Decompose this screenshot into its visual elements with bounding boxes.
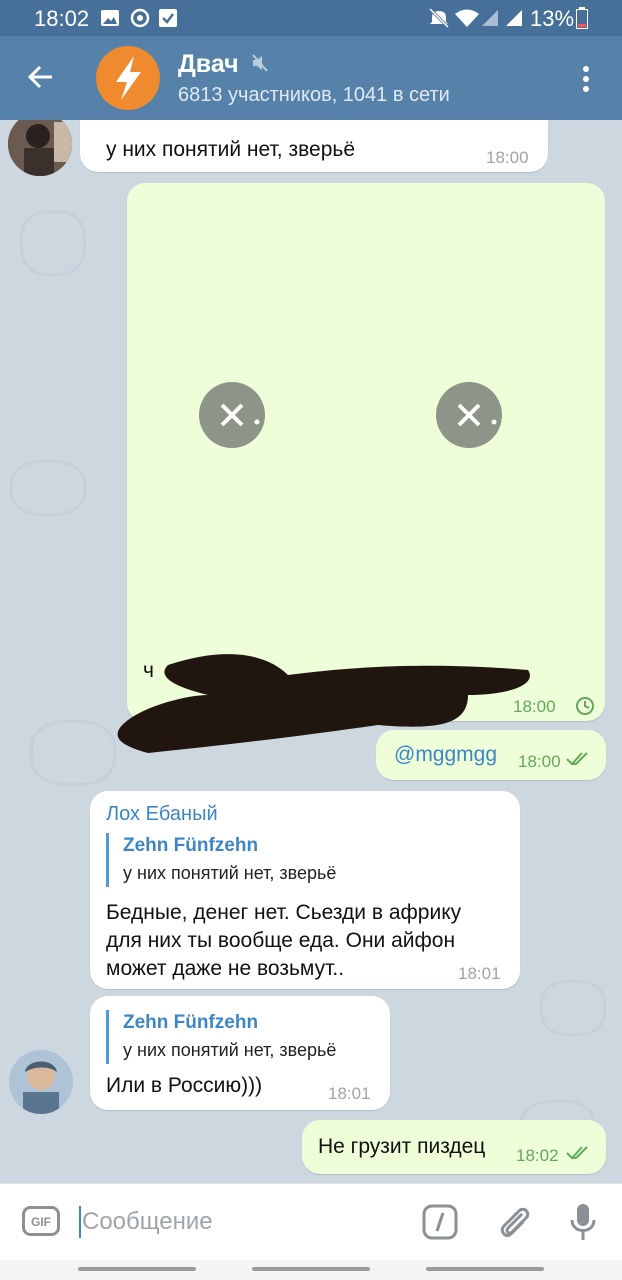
message-bubble[interactable]: Лох Ебаный Zehn Fünfzehn у них понятий н… [90, 791, 520, 989]
message-composer: GIF Сообщение [0, 1183, 622, 1261]
close-icon [220, 403, 260, 427]
message-bubble[interactable]: @mggmgg 18:00 [376, 730, 606, 780]
message-bubble[interactable]: Не грузит пиздец 18:02 [302, 1120, 606, 1174]
chat-avatar[interactable] [96, 46, 160, 110]
system-nav-bar [0, 1260, 622, 1280]
back-arrow-icon[interactable] [26, 62, 56, 92]
gif-icon[interactable]: GIF [22, 1206, 60, 1236]
read-checks-icon [566, 1146, 588, 1160]
avatar-photo [9, 1050, 73, 1114]
gallery-icon [101, 10, 119, 26]
message-time: 18:01 [458, 964, 501, 983]
attach-icon[interactable] [496, 1204, 532, 1242]
message-text-line: Бедные, денег нет. Сьезди в африку [106, 901, 462, 924]
message-text-line: для них ты вообще еда. Они айфон [106, 929, 456, 952]
wallpaper-doodle [10, 460, 86, 516]
nav-home-handle[interactable] [252, 1267, 370, 1271]
reply-text: у них понятий нет, зверьё [123, 1040, 337, 1060]
microphone-icon[interactable] [568, 1202, 598, 1242]
lightning-icon [116, 56, 141, 100]
message-text: Или в Россию))) [106, 1074, 263, 1097]
chat-subtitle: 6813 участников, 1041 в сети [178, 84, 450, 106]
message-text: у них понятий нет, зверьё [106, 138, 355, 161]
message-text: Не грузит пиздец [318, 1135, 486, 1158]
battery-icon [576, 7, 588, 29]
muted-icon [252, 54, 268, 72]
nav-back-handle[interactable] [426, 1267, 544, 1271]
message-time: 18:00 [486, 148, 529, 167]
reply-quote[interactable]: Zehn Fünfzehn у них понятий нет, зверьё [106, 833, 503, 887]
reply-quote[interactable]: Zehn Fünfzehn у них понятий нет, зверьё [106, 1010, 383, 1064]
gif-label: GIF [31, 1215, 51, 1229]
mute-icon [428, 8, 450, 28]
wifi-icon [455, 9, 479, 27]
message-input[interactable]: Сообщение [82, 1208, 213, 1236]
reply-text: у них понятий нет, зверьё [123, 863, 337, 883]
message-time: 18:00 [518, 752, 561, 771]
avatar[interactable] [8, 120, 72, 176]
avatar-photo [8, 120, 72, 176]
message-text-line: может даже не возьмут.. [106, 957, 345, 980]
mention-link[interactable]: @mggmgg [394, 741, 497, 769]
nav-recent-handle[interactable] [78, 1267, 196, 1271]
wallpaper-doodle [30, 720, 116, 786]
wallpaper-doodle [540, 980, 606, 1036]
read-checks-icon [566, 752, 588, 766]
chat-title[interactable]: Двач [178, 50, 239, 79]
signal-icon [482, 10, 498, 26]
message-time: 18:02 [516, 1146, 559, 1165]
download-failed-button[interactable] [436, 382, 502, 448]
sender-name[interactable]: Лох Ебаный [106, 803, 218, 826]
message-list[interactable]: у них понятий нет, зверьё 18:00 ч 18:00 … [0, 120, 622, 1183]
commands-icon[interactable] [422, 1204, 458, 1240]
reply-author: Zehn Fünfzehn [123, 835, 259, 856]
avatar[interactable] [9, 1050, 73, 1114]
more-menu-icon[interactable] [576, 64, 596, 94]
message-time: 18:01 [328, 1084, 371, 1103]
close-icon [457, 403, 497, 427]
message-bubble[interactable]: у них понятий нет, зверьё 18:00 [80, 120, 548, 172]
status-bar: 18:02 13% [0, 0, 622, 36]
check-icon [159, 9, 177, 27]
wallpaper-doodle [20, 210, 86, 276]
status-time: 18:02 [34, 6, 90, 31]
text-cursor [79, 1206, 81, 1238]
clock-icon [576, 697, 594, 715]
battery-percent: 13% [530, 6, 575, 31]
sync-icon [130, 8, 150, 28]
reply-author: Zehn Fünfzehn [123, 1012, 259, 1033]
download-failed-button[interactable] [199, 382, 265, 448]
chat-header: Двач 6813 участников, 1041 в сети [0, 36, 622, 120]
signal-icon-2 [506, 10, 522, 26]
message-bubble[interactable]: Zehn Fünfzehn у них понятий нет, зверьё … [90, 996, 390, 1110]
